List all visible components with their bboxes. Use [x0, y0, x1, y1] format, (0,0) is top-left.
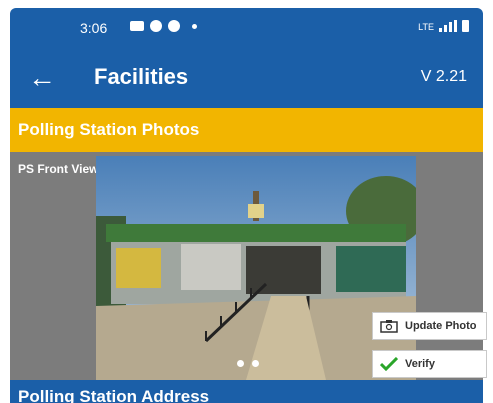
app-bar: ← Facilities V 2.21	[10, 52, 483, 108]
update-photo-label: Update Photo	[405, 320, 477, 332]
app-version: V 2.21	[420, 68, 467, 85]
signal-icon	[439, 20, 457, 32]
check-icon	[379, 357, 399, 371]
polling-station-photos-header: Polling Station Photos	[10, 108, 483, 152]
photo-label: PS Front View	[18, 162, 99, 176]
address-section-title: Polling Station Address	[18, 387, 210, 403]
more-notifications-icon	[192, 23, 197, 29]
system-status-icons: LTE	[418, 20, 469, 32]
carousel-indicator	[237, 360, 259, 367]
status-bar: 3:06 LTE	[10, 8, 483, 52]
section-title: Polling Station Photos	[18, 120, 200, 139]
whatsapp-icon-2	[168, 20, 180, 32]
back-arrow-icon[interactable]: ←	[28, 62, 56, 94]
gallery-icon	[130, 21, 144, 31]
verify-button[interactable]: Verify	[372, 350, 487, 378]
notification-icons	[130, 20, 197, 32]
network-type-label: LTE	[418, 22, 434, 32]
camera-icon	[379, 319, 399, 333]
page-title: Facilities	[94, 64, 189, 89]
polling-station-address-header[interactable]: Polling Station Address	[10, 380, 483, 403]
battery-icon	[462, 20, 469, 32]
polling-station-photo	[96, 156, 416, 380]
verify-label: Verify	[405, 358, 435, 370]
photo-carousel[interactable]: PS Front View Update Photo Verify	[10, 152, 487, 380]
whatsapp-icon	[150, 20, 162, 32]
carousel-dot-1[interactable]	[237, 360, 244, 367]
status-time: 3:06	[80, 20, 108, 36]
carousel-dot-2[interactable]	[252, 360, 259, 367]
update-photo-button[interactable]: Update Photo	[372, 312, 487, 340]
